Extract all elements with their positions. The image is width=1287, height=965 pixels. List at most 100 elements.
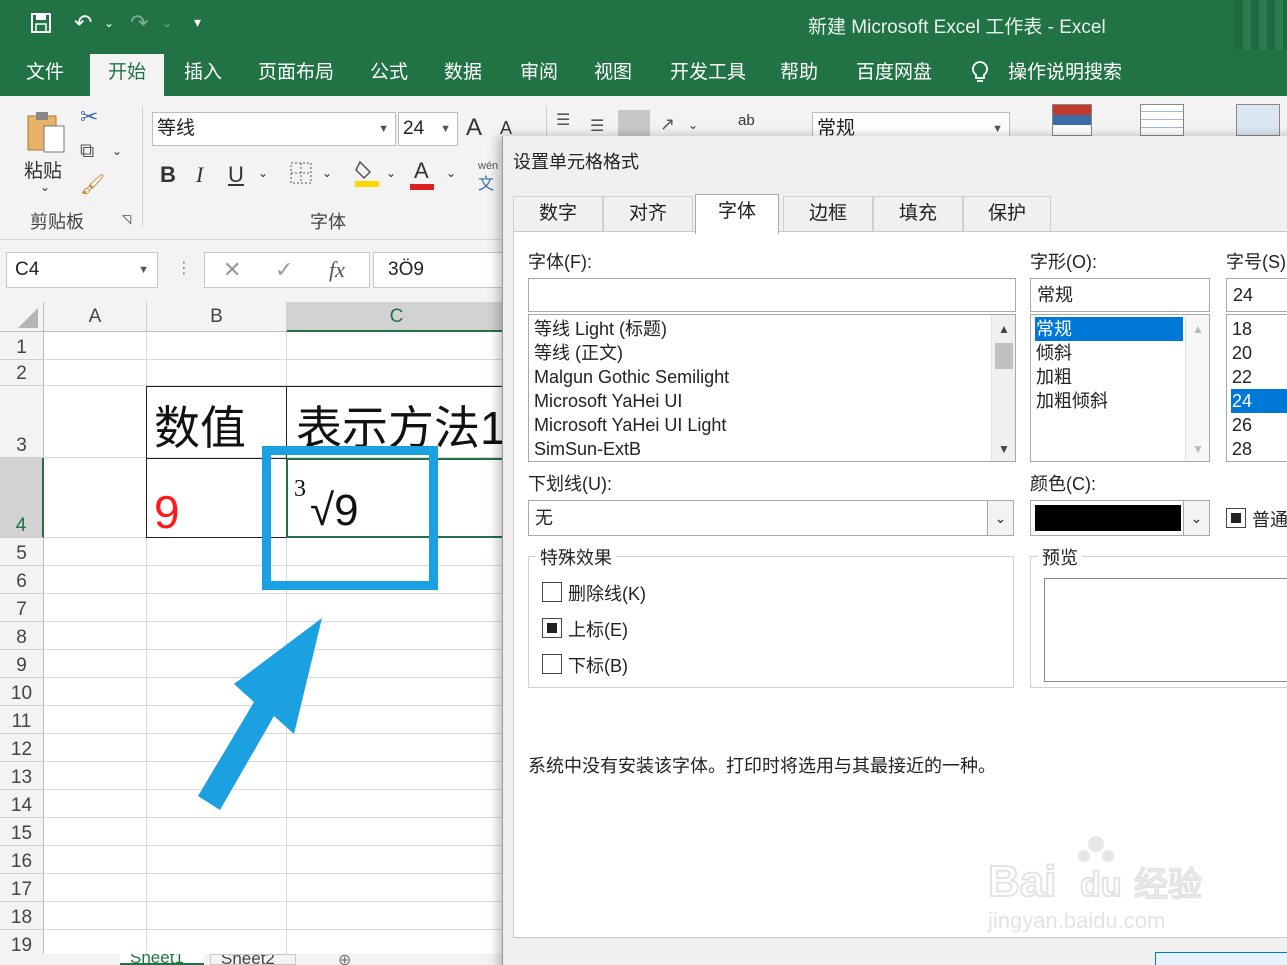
- scroll-thumb[interactable]: [995, 343, 1013, 369]
- tab-home[interactable]: 开始: [90, 54, 165, 96]
- scroll-up-icon[interactable]: ▲: [1186, 317, 1209, 341]
- tab-view[interactable]: 视图: [594, 50, 632, 96]
- font-name-combo[interactable]: 等线 ▼: [152, 112, 396, 146]
- tab-help[interactable]: 帮助: [780, 50, 818, 96]
- font-list[interactable]: 等线 Light (标题) 等线 (正文) Malgun Gothic Semi…: [528, 314, 1016, 462]
- row-header-1[interactable]: 1: [0, 332, 44, 360]
- scroll-down-icon[interactable]: ▼: [992, 437, 1015, 461]
- redo-icon[interactable]: ↷: [130, 10, 148, 36]
- row-header-8[interactable]: 8: [0, 622, 44, 650]
- chevron-down-icon[interactable]: ▼: [138, 253, 149, 287]
- size-list-item[interactable]: 20: [1231, 341, 1252, 365]
- style-list-item[interactable]: 加粗: [1035, 365, 1072, 389]
- dialog-tab-fill[interactable]: 填充: [873, 196, 963, 232]
- row-header-2[interactable]: 2: [0, 360, 44, 386]
- cut-icon[interactable]: ✂: [80, 104, 98, 130]
- chevron-down-icon[interactable]: ▼: [440, 113, 451, 145]
- formula-input[interactable]: 3Ö9: [373, 252, 513, 288]
- style-list[interactable]: 常规 倾斜 加粗 加粗倾斜 ▲ ▼: [1030, 314, 1210, 462]
- underline-select[interactable]: 无 ⌄: [528, 500, 1014, 536]
- row-header-18[interactable]: 18: [0, 902, 44, 930]
- save-icon[interactable]: [30, 12, 52, 40]
- paste-button[interactable]: 粘贴: [24, 156, 62, 183]
- row-header-9[interactable]: 9: [0, 650, 44, 678]
- size-list-item[interactable]: 28: [1231, 437, 1252, 461]
- size-list[interactable]: 18 20 22 24 26 28: [1226, 314, 1287, 462]
- copy-icon[interactable]: ⧉: [80, 140, 94, 163]
- font-input[interactable]: [528, 278, 1016, 312]
- scroll-up-icon[interactable]: ▲: [992, 317, 1015, 341]
- superscript-checkbox[interactable]: [542, 618, 562, 638]
- strikethrough-label[interactable]: 删除线(K): [568, 580, 646, 606]
- column-header-b[interactable]: B: [147, 302, 287, 332]
- paste-dropdown-icon[interactable]: ⌄: [40, 180, 50, 194]
- format-as-table-icon[interactable]: [1140, 104, 1184, 136]
- font-color-button[interactable]: A: [414, 158, 429, 184]
- subscript-checkbox[interactable]: [542, 654, 562, 674]
- tab-review[interactable]: 审阅: [520, 50, 558, 96]
- row-header-4[interactable]: 4: [0, 458, 44, 538]
- row-header-13[interactable]: 13: [0, 762, 44, 790]
- tab-data[interactable]: 数据: [444, 50, 482, 96]
- tell-me-search[interactable]: 操作说明搜索: [1008, 50, 1122, 96]
- size-list-item[interactable]: 18: [1231, 317, 1252, 341]
- copy-dropdown-icon[interactable]: ⌄: [112, 144, 122, 158]
- formula-bar-grip-icon[interactable]: ⋮: [176, 258, 192, 278]
- orientation-dropdown-icon[interactable]: ⌄: [688, 118, 698, 132]
- font-list-item[interactable]: Malgun Gothic Semilight: [533, 365, 729, 389]
- cell-b3[interactable]: 数值: [154, 400, 246, 456]
- style-list-scrollbar[interactable]: ▲ ▼: [1185, 315, 1209, 461]
- font-list-item[interactable]: Microsoft YaHei UI: [533, 389, 682, 413]
- tab-file[interactable]: 文件: [26, 50, 64, 96]
- fill-color-dropdown-icon[interactable]: ⌄: [386, 166, 396, 180]
- subscript-label[interactable]: 下标(B): [568, 652, 628, 678]
- lightbulb-icon[interactable]: [970, 50, 990, 96]
- style-list-item[interactable]: 加粗倾斜: [1035, 389, 1108, 413]
- undo-icon[interactable]: ↶: [74, 10, 92, 36]
- row-header-17[interactable]: 17: [0, 874, 44, 902]
- style-list-item-selected[interactable]: 常规: [1035, 317, 1183, 341]
- row-header-5[interactable]: 5: [0, 538, 44, 566]
- chevron-down-icon[interactable]: ⌄: [987, 501, 1013, 535]
- dialog-tab-alignment[interactable]: 对齐: [603, 196, 693, 232]
- redo-dropdown-icon[interactable]: ⌄: [162, 16, 172, 30]
- wrap-text-button[interactable]: ab: [738, 112, 755, 129]
- enter-icon[interactable]: ✓: [275, 257, 293, 283]
- clipboard-launcher-icon[interactable]: ◹: [122, 212, 131, 226]
- chevron-down-icon[interactable]: ⌄: [1183, 501, 1209, 535]
- undo-dropdown-icon[interactable]: ⌄: [104, 16, 114, 30]
- font-list-item[interactable]: SimSun-ExtB: [533, 437, 641, 461]
- chevron-down-icon[interactable]: ▼: [378, 113, 389, 145]
- cancel-icon[interactable]: ✕: [223, 257, 241, 283]
- column-header-a[interactable]: A: [44, 302, 147, 332]
- font-color-dropdown-icon[interactable]: ⌄: [446, 166, 456, 180]
- font-list-item[interactable]: Microsoft YaHei UI Light: [533, 413, 726, 437]
- row-header-10[interactable]: 10: [0, 678, 44, 706]
- border-dropdown-icon[interactable]: ⌄: [322, 166, 332, 180]
- tab-insert[interactable]: 插入: [184, 50, 222, 96]
- row-header-6[interactable]: 6: [0, 566, 44, 594]
- conditional-format-icon[interactable]: [1052, 104, 1092, 136]
- row-header-14[interactable]: 14: [0, 790, 44, 818]
- font-list-item[interactable]: 等线 Light (标题): [533, 317, 667, 341]
- font-list-item[interactable]: 等线 (正文): [533, 341, 623, 365]
- row-header-12[interactable]: 12: [0, 734, 44, 762]
- add-sheet-icon[interactable]: ⊕: [338, 950, 351, 965]
- underline-dropdown-icon[interactable]: ⌄: [258, 166, 268, 180]
- cell-styles-icon[interactable]: [1236, 104, 1280, 136]
- row-header-11[interactable]: 11: [0, 706, 44, 734]
- ok-button[interactable]: [1155, 952, 1287, 965]
- size-list-item[interactable]: 26: [1231, 413, 1252, 437]
- select-all-corner[interactable]: [0, 302, 44, 332]
- font-size-combo[interactable]: 24 ▼: [398, 112, 458, 146]
- row-header-16[interactable]: 16: [0, 846, 44, 874]
- tab-baidu-netdisk[interactable]: 百度网盘: [856, 50, 932, 96]
- row-header-3[interactable]: 3: [0, 386, 44, 458]
- column-header-c[interactable]: C: [287, 302, 507, 332]
- normal-font-checkbox[interactable]: [1226, 508, 1246, 528]
- scroll-down-icon[interactable]: ▼: [1186, 437, 1209, 461]
- align-top-icon[interactable]: ☰: [556, 110, 570, 130]
- italic-button[interactable]: I: [196, 162, 203, 188]
- orientation-icon[interactable]: ↗: [660, 114, 675, 135]
- name-box[interactable]: C4 ▼: [6, 252, 158, 288]
